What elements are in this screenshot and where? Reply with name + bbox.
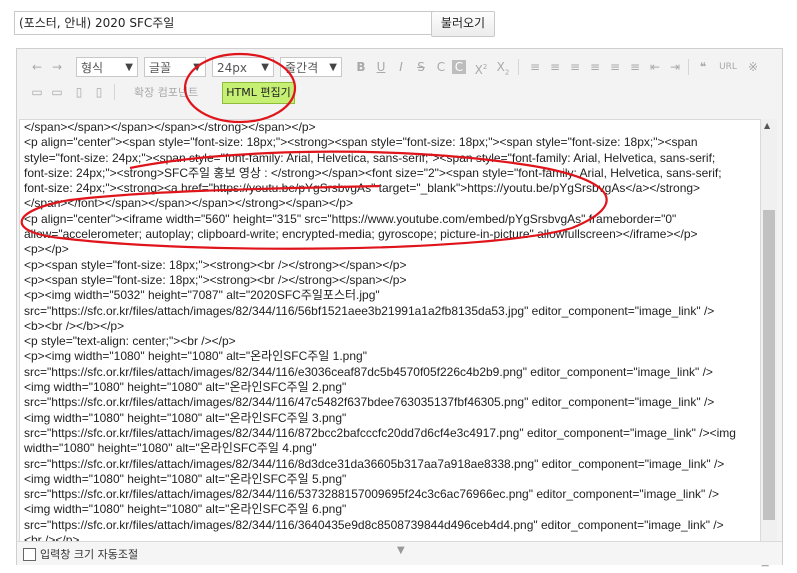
format-select-label: 형식 (81, 61, 104, 75)
align-justify-icon[interactable]: ≡ (586, 58, 604, 76)
subscript-icon[interactable]: X2 (494, 58, 512, 76)
align-right-icon[interactable]: ≡ (566, 58, 584, 76)
line-spacing-select[interactable]: 줄간격 ▼ (280, 57, 342, 77)
html-source-text: </span></span></span></span></strong></s… (20, 120, 760, 548)
align-center-icon[interactable]: ≡ (546, 58, 564, 76)
strikethrough-icon[interactable]: S (412, 58, 430, 76)
underline-icon[interactable]: U (372, 58, 390, 76)
superscript-label: X (474, 63, 483, 77)
format-select[interactable]: 형식 ▼ (76, 57, 138, 77)
bold-icon[interactable]: B (352, 58, 370, 76)
code-line: </span></span></span></span></strong></s… (24, 120, 316, 134)
table-edit-icon[interactable]: ▭ (48, 83, 66, 101)
quote-icon[interactable]: ❝ (694, 58, 712, 76)
code-line: src="https://sfc.or.kr/files/attach/imag… (24, 456, 725, 471)
toolbar-row-1: ← → 형식 ▼ 글꼴 ▼ 24px ▼ 줄간격 ▼ B U I S C C X… (26, 55, 773, 81)
title-input[interactable]: (포스터, 안내) 2020 SFC주일 (14, 11, 434, 35)
scrollbar-thumb[interactable] (763, 210, 775, 520)
code-line: <p><img width="5032" height="7087" alt="… (24, 288, 380, 303)
align-left-icon[interactable]: ≡ (526, 58, 544, 76)
toolbar-divider (518, 59, 519, 75)
chevron-down-icon: ▼ (261, 62, 269, 73)
font-size-select-label: 24px (217, 61, 247, 75)
code-line: width="1080" height="1080" alt="온라인SFC주일… (24, 441, 317, 456)
code-line: src="https://sfc.or.kr/files/attach/imag… (24, 364, 713, 379)
html-source-textarea[interactable]: </span></span></span></span></strong></s… (19, 119, 761, 558)
html-editor: ← → 형식 ▼ 글꼴 ▼ 24px ▼ 줄간격 ▼ B U I S C C X… (16, 48, 783, 568)
code-line: src="https://sfc.or.kr/files/attach/imag… (24, 395, 715, 410)
undo-icon[interactable]: ← (28, 58, 46, 76)
autosize-checkbox[interactable] (23, 548, 36, 561)
unordered-list-icon[interactable]: ≡ (626, 58, 644, 76)
toolbar-row-2: ▭ ▭ ▯ ▯ 확장 컴포넌트 HTML 편집기 (26, 80, 773, 106)
code-line: <p><span style="font-size: 18px;"><stron… (24, 257, 407, 272)
scroll-up-icon[interactable]: ▲ (764, 121, 770, 130)
text-color-icon[interactable]: C (432, 58, 450, 76)
code-line: src="https://sfc.or.kr/files/attach/imag… (24, 303, 715, 318)
line-spacing-select-label: 줄간격 (285, 61, 319, 75)
code-line: </span></font></span></span></span></str… (24, 196, 353, 211)
background-color-icon[interactable]: C (452, 60, 466, 74)
redo-icon[interactable]: → (48, 58, 66, 76)
code-line: <p><img width="1080" height="1080" alt="… (24, 349, 367, 364)
table-icon[interactable]: ▭ (28, 83, 46, 101)
load-button[interactable]: 불러오기 (431, 11, 495, 37)
superscript-icon[interactable]: X2 (472, 58, 490, 77)
scrollbar[interactable]: ▲ ▼ (761, 119, 777, 556)
autosize-label: 입력창 크기 자동조절 (40, 548, 139, 561)
subscript-label: X (496, 60, 505, 74)
resize-grip-icon[interactable]: ▼ (397, 545, 405, 556)
toolbar-divider (688, 59, 689, 75)
code-line: font-size: 24px;"><strong>SFC주일 홍보 영상 : … (24, 165, 722, 180)
code-line: <p align="center"><span style="font-size… (24, 135, 698, 150)
code-line: <p align="center"><iframe width="560" he… (24, 211, 677, 226)
font-size-select[interactable]: 24px ▼ (212, 57, 274, 77)
chevron-down-icon: ▼ (193, 62, 201, 73)
chevron-down-icon: ▼ (125, 62, 133, 73)
code-line: allow="accelerometer; autoplay; clipboar… (24, 227, 698, 242)
code-line: <img width="1080" height="1080" alt="온라인… (24, 410, 347, 425)
special-character-icon[interactable]: ※ (744, 58, 762, 76)
code-line: <img width="1080" height="1080" alt="온라인… (24, 471, 347, 486)
editor-footer: 입력창 크기 자동조절 ▼ (17, 541, 782, 565)
code-line: <p style="text-align: center;"><br /></p… (24, 334, 236, 349)
code-line: src="https://sfc.or.kr/files/attach/imag… (24, 487, 719, 502)
code-line: <b><br /></b></p> (24, 318, 125, 333)
code-line: src="https://sfc.or.kr/files/attach/imag… (24, 517, 724, 532)
code-line: font-size: 24px;"><strong><a href="https… (24, 181, 701, 196)
indent-icon[interactable]: ⇥ (666, 58, 684, 76)
code-line: style="font-size: 24px;"><span style="fo… (24, 150, 716, 165)
split-cells-icon[interactable]: ▯ (90, 83, 108, 101)
merge-cells-icon[interactable]: ▯ (70, 83, 88, 101)
code-line: <p></p> (24, 242, 69, 257)
outdent-icon[interactable]: ⇤ (646, 58, 664, 76)
html-editor-button[interactable]: HTML 편집기 (222, 82, 295, 104)
italic-icon[interactable]: I (392, 58, 410, 76)
font-select[interactable]: 글꼴 ▼ (144, 57, 206, 77)
code-line: src="https://sfc.or.kr/files/attach/imag… (24, 425, 736, 440)
toolbar-divider (114, 84, 115, 100)
ordered-list-icon[interactable]: ≡ (606, 58, 624, 76)
code-line: <p><span style="font-size: 18px;"><stron… (24, 272, 407, 287)
extension-component-button[interactable]: 확장 컴포넌트 (134, 84, 198, 100)
code-line: <img width="1080" height="1080" alt="온라인… (24, 380, 347, 395)
chevron-down-icon: ▼ (329, 62, 337, 73)
font-select-label: 글꼴 (149, 61, 172, 75)
link-icon[interactable]: URL (716, 58, 740, 76)
code-line: <img width="1080" height="1080" alt="온라인… (24, 502, 347, 517)
